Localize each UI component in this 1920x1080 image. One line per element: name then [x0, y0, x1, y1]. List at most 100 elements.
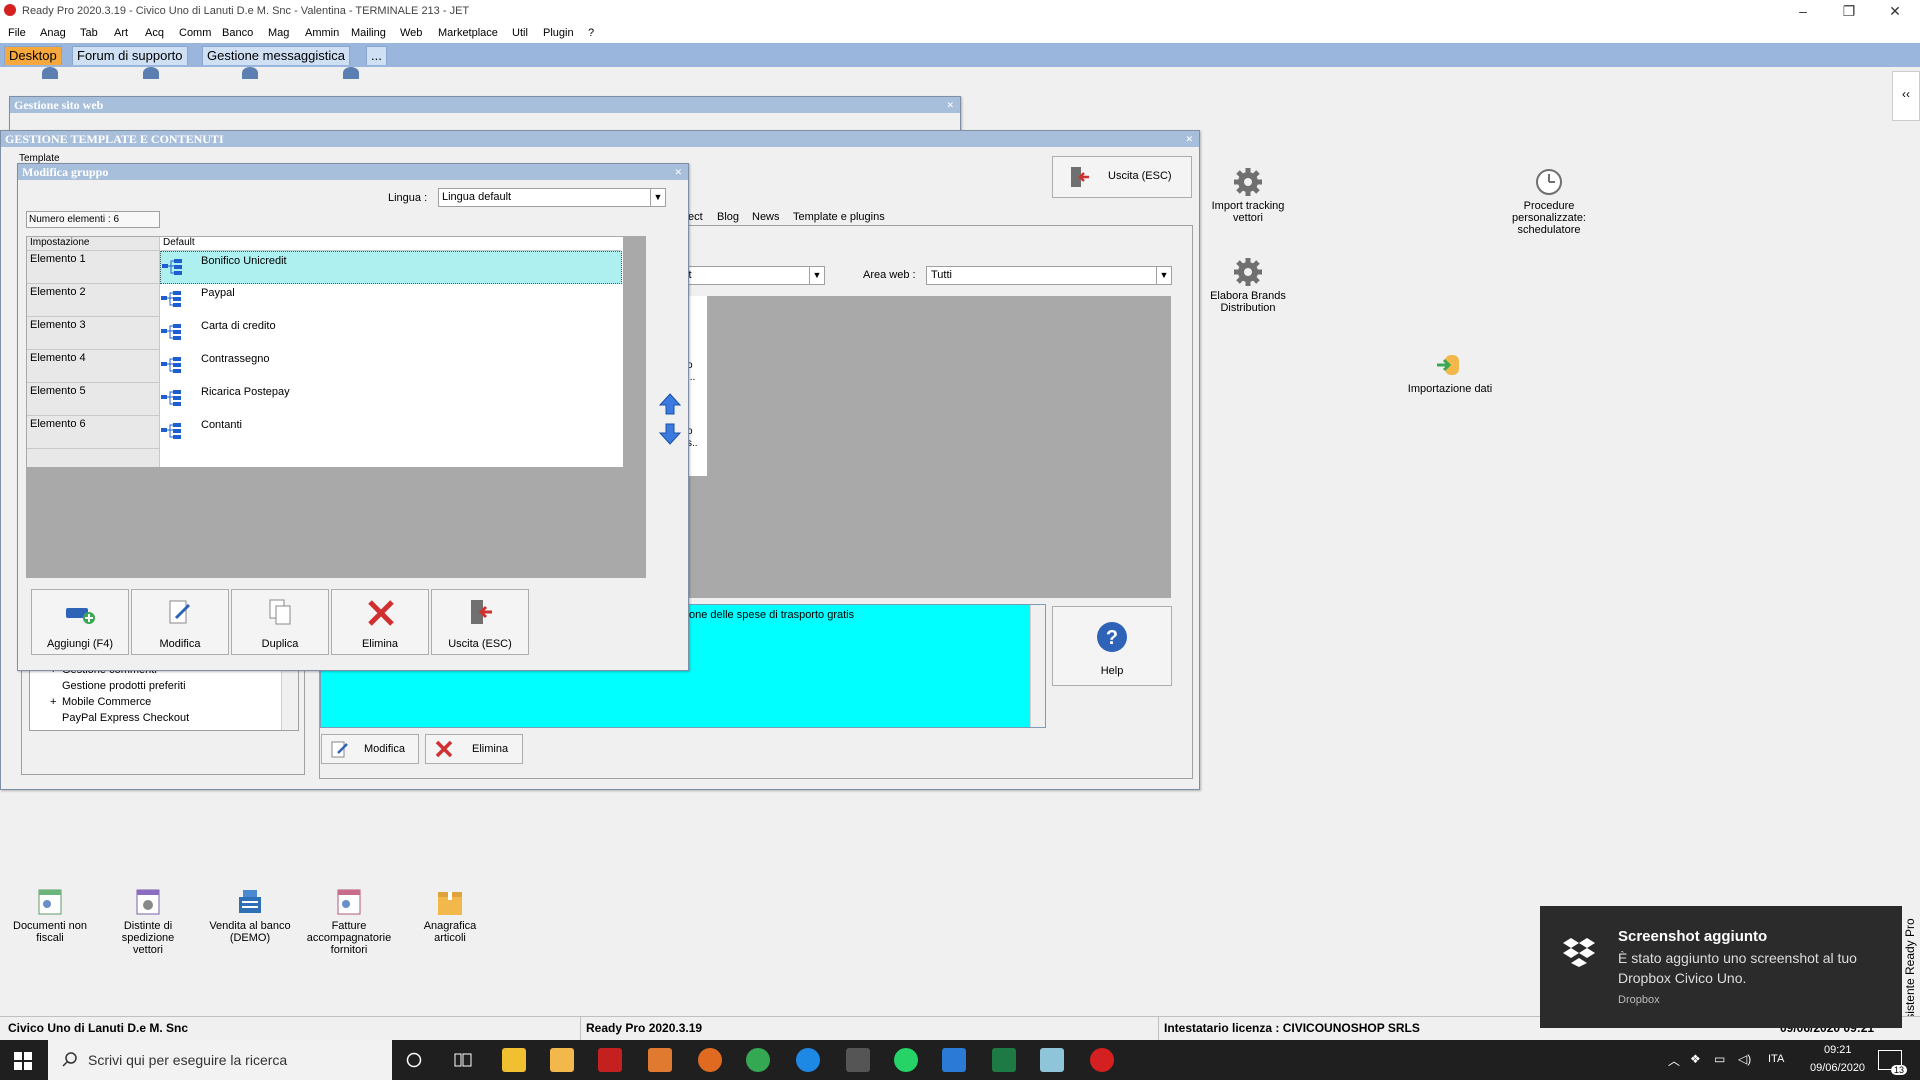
subtab-ect[interactable]: ect: [688, 211, 703, 223]
file-explorer-icon[interactable]: [550, 1048, 574, 1072]
duplicate-element-button[interactable]: Duplica: [231, 589, 329, 655]
outlook-icon[interactable]: [942, 1048, 966, 1072]
row-setting: Elemento 4: [27, 350, 159, 383]
close-button[interactable]: ×: [947, 97, 954, 113]
user-icon[interactable]: [343, 67, 359, 79]
tray-dropbox-icon[interactable]: ❖: [1690, 1052, 1701, 1066]
game-icon[interactable]: [846, 1048, 870, 1072]
shortcut-import-tracking[interactable]: Import tracking vettori: [1208, 167, 1288, 224]
table-row[interactable]: Elemento 1 Bonifico Unicredit: [27, 251, 623, 284]
menu-mailing[interactable]: Mailing: [351, 27, 386, 39]
minimize-button[interactable]: –: [1780, 0, 1826, 24]
menu-banco[interactable]: Banco: [222, 27, 253, 39]
menu-comm[interactable]: Comm: [179, 27, 211, 39]
close-button[interactable]: ×: [675, 164, 682, 180]
tab-more[interactable]: ...: [366, 46, 387, 65]
modify-element-button[interactable]: Modifica: [131, 589, 229, 655]
tree-item[interactable]: + Mobile Commerce: [50, 696, 151, 708]
dropbox-notification[interactable]: Screenshot aggiunto È stato aggiunto uno…: [1540, 906, 1902, 1028]
lingua-select[interactable]: Lingua default ▼: [438, 188, 666, 207]
shortcut-anagrafica-articoli[interactable]: Anagrafica articoli: [410, 887, 490, 944]
collapse-panel-button[interactable]: ‹‹: [1892, 71, 1920, 121]
task-view-icon[interactable]: [454, 1052, 472, 1068]
subtab-news[interactable]: News: [752, 211, 780, 223]
tray-volume-icon[interactable]: ◁): [1738, 1052, 1751, 1066]
tray-language[interactable]: ITA: [1768, 1053, 1784, 1065]
table-row[interactable]: Elemento 6 Contanti: [27, 416, 623, 449]
shortcut-vendita-banco[interactable]: Vendita al banco (DEMO): [208, 887, 292, 944]
subtab-blog[interactable]: Blog: [717, 211, 739, 223]
shortcut-brands[interactable]: Elabora Brands Distribution: [1208, 257, 1288, 314]
modify-button[interactable]: Modifica: [321, 734, 419, 764]
move-up-arrow-icon[interactable]: [658, 392, 682, 416]
close-window-button[interactable]: ✕: [1872, 0, 1918, 24]
box-icon: [438, 892, 462, 915]
user-icon[interactable]: [42, 67, 58, 79]
shortcut-label: Elabora Brands Distribution: [1210, 290, 1286, 314]
chrome-icon[interactable]: [746, 1048, 770, 1072]
shortcut-import-data[interactable]: Importazione dati: [1400, 350, 1500, 395]
menu-ammin[interactable]: Ammin: [305, 27, 339, 39]
firefox-icon[interactable]: [698, 1048, 722, 1072]
store-icon[interactable]: [502, 1048, 526, 1072]
tab-forum[interactable]: Forum di supporto: [72, 46, 188, 65]
filezilla-icon[interactable]: [598, 1048, 622, 1072]
area-web-label: Area web :: [863, 269, 916, 281]
tree-item[interactable]: PayPal Express Checkout: [50, 712, 189, 724]
edge-icon[interactable]: [796, 1048, 820, 1072]
media-player-icon[interactable]: [648, 1048, 672, 1072]
shortcut-scheduler[interactable]: Procedure personalizzate: schedulatore: [1505, 167, 1593, 236]
tray-date[interactable]: 09/06/2020: [1810, 1062, 1865, 1074]
delete-element-button[interactable]: Elimina: [331, 589, 429, 655]
user-icon[interactable]: [242, 67, 258, 79]
ready-pro-icon[interactable]: [1090, 1048, 1114, 1072]
menu-art[interactable]: Art: [114, 27, 128, 39]
menu-web[interactable]: Web: [400, 27, 422, 39]
scrollbar[interactable]: [1030, 605, 1045, 727]
shortcut-fatture[interactable]: Fatture accompagnatorie fornitori: [304, 887, 394, 956]
row-value-cell[interactable]: Bonifico Unicredit: [160, 251, 622, 284]
shortcut-distinte[interactable]: Distinte di spedizione vettori: [108, 887, 188, 956]
menu-util[interactable]: Util: [512, 27, 528, 39]
menu-mag[interactable]: Mag: [268, 27, 289, 39]
tray-chevron-icon[interactable]: ︿: [1668, 1052, 1680, 1069]
shortcut-label: Importazione dati: [1407, 383, 1493, 395]
tree-item[interactable]: Gestione prodotti preferiti: [50, 680, 186, 692]
table-row[interactable]: Elemento 5 Ricarica Postepay: [27, 383, 623, 416]
notepad-icon[interactable]: [1040, 1048, 1064, 1072]
tray-time[interactable]: 09:21: [1824, 1044, 1852, 1056]
menu-tab[interactable]: Tab: [80, 27, 98, 39]
add-element-button[interactable]: Aggiungi (F4): [31, 589, 129, 655]
tab-messaggistica[interactable]: Gestione messaggistica: [202, 46, 351, 65]
notification-center-icon[interactable]: 13: [1878, 1050, 1907, 1075]
table-row[interactable]: Elemento 3 Carta di credito: [27, 317, 623, 350]
restore-button[interactable]: ❐: [1826, 0, 1872, 24]
taskbar-search-box[interactable]: Scrivi qui per eseguire la ricerca: [48, 1040, 392, 1080]
windows-start-icon[interactable]: [14, 1052, 32, 1070]
cortana-icon[interactable]: [406, 1052, 422, 1068]
menu-anag[interactable]: Anag: [40, 27, 66, 39]
tray-network-icon[interactable]: ▭: [1714, 1052, 1725, 1066]
shortcut-documenti[interactable]: Documenti non fiscali: [10, 887, 90, 944]
dialog-title: Modifica gruppo: [22, 165, 109, 179]
menu-marketplace[interactable]: Marketplace: [438, 27, 498, 39]
exit-button[interactable]: Uscita (ESC): [1052, 156, 1192, 198]
help-button[interactable]: ? Help: [1052, 606, 1172, 686]
menu-acq[interactable]: Acq: [145, 27, 164, 39]
menu-help[interactable]: ?: [588, 27, 594, 39]
area-web-combo[interactable]: Tutti ▼: [926, 266, 1172, 285]
subtab-template-plugins[interactable]: Template e plugins: [793, 211, 885, 223]
menu-plugin[interactable]: Plugin: [543, 27, 574, 39]
table-row[interactable]: Elemento 4 Contrassegno: [27, 350, 623, 383]
move-down-arrow-icon[interactable]: [658, 422, 682, 446]
delete-button[interactable]: Elimina: [425, 734, 523, 764]
excel-icon[interactable]: [992, 1048, 1016, 1072]
user-icon[interactable]: [143, 67, 159, 79]
filter-combo[interactable]: lt ▼: [681, 266, 825, 285]
tab-desktop[interactable]: Desktop: [4, 46, 62, 65]
exit-dialog-button[interactable]: Uscita (ESC): [431, 589, 529, 655]
menu-file[interactable]: File: [8, 27, 26, 39]
table-row[interactable]: Elemento 2 Paypal: [27, 284, 623, 317]
close-button[interactable]: ×: [1186, 131, 1193, 147]
whatsapp-icon[interactable]: [894, 1048, 918, 1072]
